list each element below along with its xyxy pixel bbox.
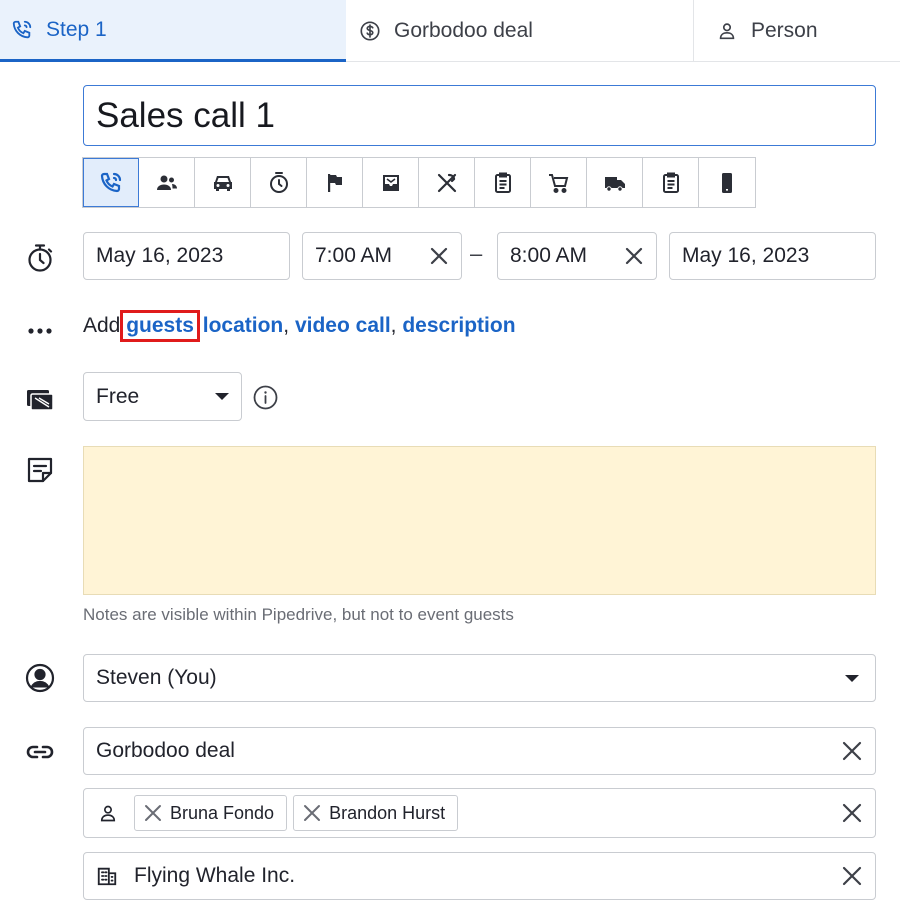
remove-person-icon[interactable] xyxy=(303,804,321,822)
tab-person[interactable]: Person xyxy=(694,0,900,62)
type-call-button[interactable] xyxy=(83,158,139,207)
type-truck-button[interactable] xyxy=(587,158,643,207)
type-lunch-button[interactable] xyxy=(419,158,475,207)
add-guests-link[interactable]: guests xyxy=(120,310,200,342)
inbox-icon xyxy=(382,174,399,191)
start-date-value: May 16, 2023 xyxy=(96,244,224,267)
start-time-input[interactable]: 7:00 AM xyxy=(302,232,462,280)
shopping-cart-icon xyxy=(548,173,568,193)
note-icon xyxy=(27,457,53,483)
truck-icon xyxy=(604,176,625,192)
time-separator: – xyxy=(470,241,483,266)
end-time-input[interactable]: 8:00 AM xyxy=(497,232,657,280)
deal-link-value: Gorbodoo deal xyxy=(96,739,235,762)
stopwatch-icon xyxy=(269,171,288,193)
remove-person-icon[interactable] xyxy=(144,804,162,822)
clipboard-icon xyxy=(662,172,679,193)
remove-organization-icon[interactable] xyxy=(841,865,863,887)
comma: , xyxy=(390,314,397,337)
type-email-button[interactable] xyxy=(363,158,419,207)
person-chip[interactable]: Bruna Fondo xyxy=(134,795,288,831)
car-icon xyxy=(213,175,232,191)
type-meeting-button[interactable] xyxy=(139,158,195,207)
person-icon xyxy=(719,23,735,40)
type-task-button[interactable] xyxy=(475,158,531,207)
flag-icon xyxy=(327,173,342,192)
availability-icon xyxy=(27,390,54,411)
add-video-call-link[interactable]: video call xyxy=(295,314,391,337)
tab-step-1[interactable]: Step 1 xyxy=(0,0,346,62)
stopwatch-icon xyxy=(28,244,53,272)
link-icon xyxy=(26,745,54,759)
persons-link-field[interactable]: Bruna Fondo Brandon Hurst xyxy=(83,788,876,838)
building-icon xyxy=(97,867,117,886)
owner-row-icon xyxy=(22,660,58,696)
tab-label: Person xyxy=(751,19,818,42)
deal-link-field[interactable]: Gorbodoo deal xyxy=(83,727,876,775)
add-details-row: Add guests location, video call, descrip… xyxy=(83,310,516,342)
dollar-circle-icon xyxy=(360,21,380,41)
schedule-row-icon xyxy=(22,240,58,276)
add-location-link[interactable]: location xyxy=(203,314,284,337)
phone-call-icon xyxy=(12,20,32,38)
owner-value: Steven (You) xyxy=(96,666,217,689)
clipboard-icon xyxy=(494,172,511,193)
comma: , xyxy=(283,314,290,337)
type-car-button[interactable] xyxy=(195,158,251,207)
type-cart-button[interactable] xyxy=(531,158,587,207)
type-mobile-button[interactable] xyxy=(699,158,755,207)
end-date-input[interactable]: May 16, 2023 xyxy=(669,232,876,280)
person-icon xyxy=(100,805,116,822)
start-date-input[interactable]: May 16, 2023 xyxy=(83,232,290,280)
person-chip[interactable]: Brandon Hurst xyxy=(293,795,459,831)
tab-label: Step 1 xyxy=(46,17,107,41)
user-circle-icon xyxy=(25,663,55,693)
tab-deal[interactable]: Gorbodoo deal xyxy=(346,0,694,62)
availability-select[interactable]: Free xyxy=(83,372,242,421)
note-textarea[interactable] xyxy=(83,446,876,595)
activity-type-picker xyxy=(82,157,756,208)
organization-link-field[interactable]: Flying Whale Inc. xyxy=(83,852,876,900)
chevron-down-icon xyxy=(845,674,859,682)
phone-call-icon xyxy=(100,172,121,192)
more-options-row-icon xyxy=(22,311,58,347)
type-flag-button[interactable] xyxy=(307,158,363,207)
meeting-icon xyxy=(156,175,177,190)
more-dots-icon xyxy=(28,328,52,334)
add-prefix: Add xyxy=(83,314,121,337)
organization-value: Flying Whale Inc. xyxy=(134,864,296,887)
mobile-phone-icon xyxy=(722,172,732,193)
type-deadline-button[interactable] xyxy=(251,158,307,207)
tab-label: Gorbodoo deal xyxy=(394,19,533,42)
person-chip-label: Bruna Fondo xyxy=(170,802,275,823)
add-description-link[interactable]: description xyxy=(402,314,515,337)
availability-value: Free xyxy=(96,384,140,408)
info-icon[interactable] xyxy=(253,385,278,410)
note-hint: Notes are visible within Pipedrive, but … xyxy=(83,605,514,624)
person-chip-label: Brandon Hurst xyxy=(329,802,446,823)
end-date-value: May 16, 2023 xyxy=(682,244,810,267)
remove-deal-icon[interactable] xyxy=(841,740,863,762)
clear-start-time-icon[interactable] xyxy=(429,246,449,266)
note-row-icon xyxy=(22,452,58,488)
tab-bar: Step 1 Gorbodoo deal Person xyxy=(0,0,900,62)
activity-title-input[interactable]: Sales call 1 xyxy=(83,85,876,146)
availability-row-icon xyxy=(22,380,58,416)
clear-end-time-icon[interactable] xyxy=(624,246,644,266)
owner-select[interactable]: Steven (You) xyxy=(83,654,876,702)
chevron-down-icon xyxy=(215,393,229,400)
clear-persons-icon[interactable] xyxy=(841,802,863,824)
end-time-value: 8:00 AM xyxy=(510,244,588,267)
links-row-icon xyxy=(22,734,58,770)
start-time-value: 7:00 AM xyxy=(315,244,393,267)
lunch-icon xyxy=(437,173,456,192)
activity-title-value: Sales call 1 xyxy=(96,95,275,135)
type-clipboard-button[interactable] xyxy=(643,158,699,207)
